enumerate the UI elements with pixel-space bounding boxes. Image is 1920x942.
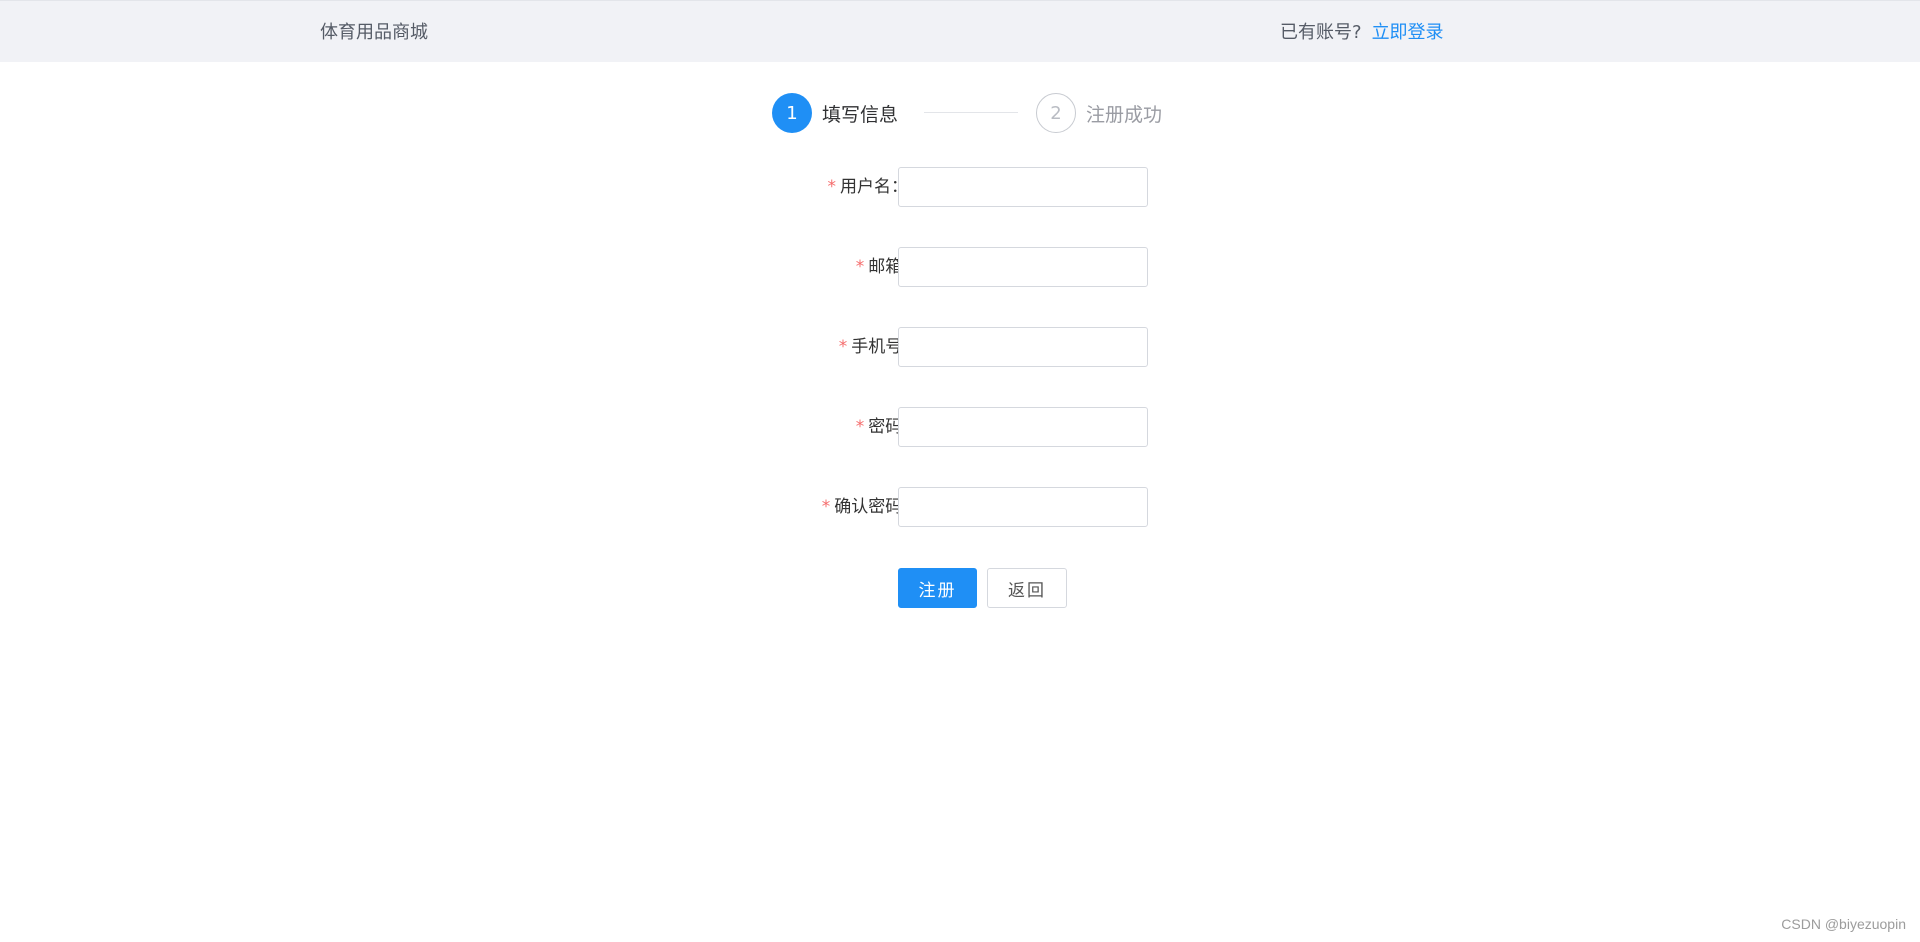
confirm-password-input[interactable]	[898, 487, 1148, 527]
step-fill-info: 1 填写信息	[772, 92, 898, 134]
step-number-2: 2	[1036, 93, 1076, 133]
login-hint: 已有账号? 立即登录	[1280, 1, 1444, 63]
registration-form: * 用户名： * 邮箱: * 手机号: * 密码: * 确认密码:	[760, 167, 1160, 567]
form-row-username: * 用户名：	[760, 167, 1160, 207]
form-row-phone: * 手机号:	[760, 327, 1160, 367]
email-input[interactable]	[898, 247, 1148, 287]
form-row-password: * 密码:	[760, 407, 1160, 447]
register-button[interactable]: 注册	[898, 568, 977, 608]
top-header: 体育用品商城 已有账号? 立即登录	[0, 0, 1920, 62]
required-star: *	[855, 257, 865, 277]
step-register-success: 2 注册成功	[1036, 92, 1162, 134]
step-label-2: 注册成功	[1086, 103, 1163, 126]
step-connector	[924, 112, 1018, 113]
required-star: *	[855, 417, 865, 437]
form-actions: 注册 返回	[898, 568, 1067, 608]
step-label-1: 填写信息	[822, 103, 899, 126]
form-row-confirm-password: * 确认密码:	[760, 487, 1160, 527]
password-input[interactable]	[898, 407, 1148, 447]
login-prompt-text: 已有账号?	[1280, 22, 1362, 43]
phone-input[interactable]	[898, 327, 1148, 367]
required-star: *	[821, 497, 831, 517]
registration-steps: 1 填写信息 2 注册成功	[772, 92, 1172, 134]
form-row-email: * 邮箱:	[760, 247, 1160, 287]
site-brand[interactable]: 体育用品商城	[320, 1, 428, 63]
required-star: *	[838, 337, 848, 357]
back-button[interactable]: 返回	[987, 568, 1067, 608]
username-input[interactable]	[898, 167, 1148, 207]
login-link[interactable]: 立即登录	[1372, 22, 1444, 43]
username-label: * 用户名：	[828, 167, 909, 207]
watermark-text: CSDN @biyezuopin	[1781, 916, 1906, 932]
step-number-1: 1	[772, 93, 812, 133]
confirm-password-label-text: 确认密码:	[834, 497, 908, 517]
confirm-password-label: * 确认密码:	[822, 487, 908, 527]
required-star: *	[827, 177, 837, 197]
